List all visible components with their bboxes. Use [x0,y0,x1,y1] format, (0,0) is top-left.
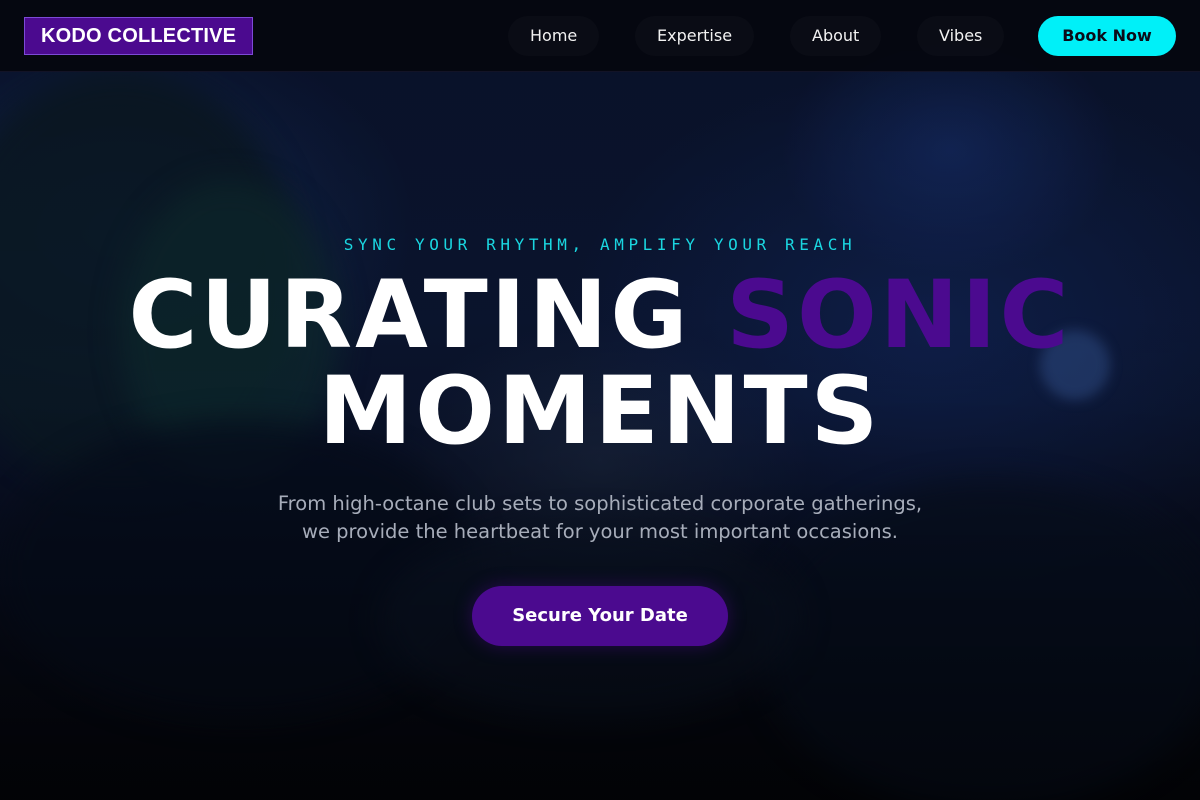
nav-link-about[interactable]: About [790,16,881,56]
hero-description-line-1: From high-octane club sets to sophistica… [277,492,923,515]
book-now-button[interactable]: Book Now [1038,16,1176,56]
headline-accent-word: SONIC [726,261,1072,370]
brand-logo[interactable]: KODO COLLECTIVE [24,17,254,55]
hero-description-line-2: we provide the heartbeat for your most i… [302,520,898,543]
headline-word-moments: MOMENTS [318,357,882,466]
hero-headline: CURATING SONIC MOMENTS [0,268,1200,460]
headline-word-curating: CURATING [128,261,691,370]
secure-your-date-button[interactable]: Secure Your Date [472,586,728,646]
nav-link-vibes[interactable]: Vibes [917,16,1004,56]
nav-link-expertise[interactable]: Expertise [635,16,754,56]
hero-tagline: SYNC YOUR RHYTHM, AMPLIFY YOUR REACH [343,235,857,254]
hero-description: From high-octane club sets to sophistica… [0,490,1200,546]
nav-link-home[interactable]: Home [508,16,599,56]
top-navigation-bar: KODO COLLECTIVE Home Expertise About Vib… [0,0,1200,72]
